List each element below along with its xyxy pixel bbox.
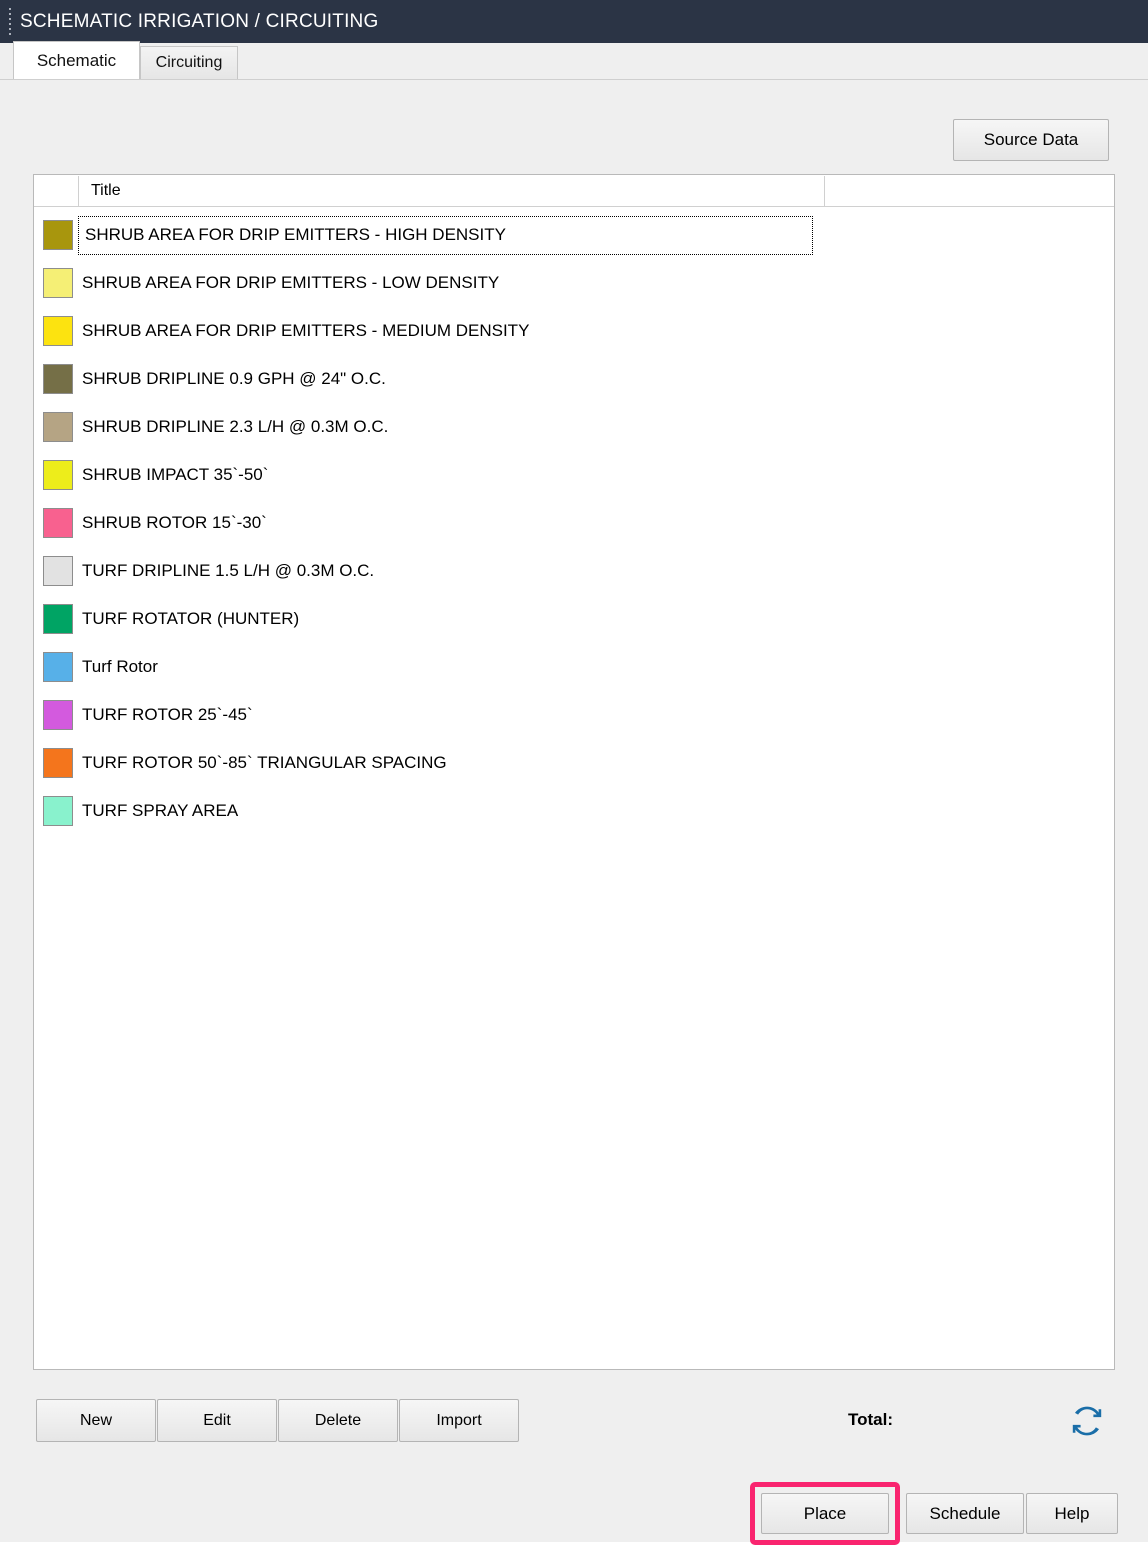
color-swatch [43, 556, 73, 586]
list-item-label: SHRUB IMPACT 35`-50` [82, 465, 269, 484]
place-button-highlight: Place [750, 1482, 900, 1545]
list-item[interactable]: SHRUB AREA FOR DRIP EMITTERS - HIGH DENS… [34, 211, 1114, 259]
list-header: Title [34, 175, 1114, 207]
delete-button[interactable]: Delete [278, 1399, 398, 1442]
total-text: Total: [848, 1410, 894, 1429]
list-item[interactable]: TURF ROTATOR (HUNTER) [34, 595, 1114, 643]
refresh-icon[interactable] [1064, 1399, 1110, 1442]
window-titlebar: SCHEMATIC IRRIGATION / CIRCUITING [0, 0, 1148, 43]
list-item[interactable]: TURF DRIPLINE 1.5 L/H @ 0.3M O.C. [34, 547, 1114, 595]
list-item[interactable]: Turf Rotor [34, 643, 1114, 691]
list-item-label: TURF ROTATOR (HUNTER) [82, 609, 300, 628]
tab-circuiting[interactable]: Circuiting [140, 46, 238, 79]
color-swatch [43, 460, 73, 490]
list-item[interactable]: TURF ROTOR 25`-45` [34, 691, 1114, 739]
irrigation-equipment-list[interactable]: Title SHRUB AREA FOR DRIP EMITTERS - HIG… [33, 174, 1115, 1370]
schematic-panel: Source Data Title SHRUB AREA FOR DRIP EM… [0, 80, 1148, 1545]
list-item-label: SHRUB AREA FOR DRIP EMITTERS - HIGH DENS… [78, 215, 813, 255]
list-item[interactable]: SHRUB AREA FOR DRIP EMITTERS - MEDIUM DE… [34, 307, 1114, 355]
list-item[interactable]: SHRUB DRIPLINE 0.9 GPH @ 24" O.C. [34, 355, 1114, 403]
list-item-label: TURF SPRAY AREA [82, 801, 239, 820]
tab-schematic[interactable]: Schematic [13, 41, 140, 79]
list-item-label: SHRUB ROTOR 15`-30` [82, 513, 267, 532]
column-header-color[interactable] [34, 175, 79, 207]
source-data-button[interactable]: Source Data [953, 119, 1109, 161]
color-swatch [43, 700, 73, 730]
list-item[interactable]: TURF ROTOR 50`-85` TRIANGULAR SPACING [34, 739, 1114, 787]
color-swatch [43, 220, 73, 250]
column-header-title[interactable]: Title [79, 175, 825, 207]
color-swatch [43, 268, 73, 298]
list-item[interactable]: SHRUB IMPACT 35`-50` [34, 451, 1114, 499]
list-item-label: SHRUB DRIPLINE 0.9 GPH @ 24" O.C. [82, 369, 386, 388]
tab-circuiting-label: Circuiting [155, 54, 223, 71]
color-swatch [43, 316, 73, 346]
column-header-filler [825, 175, 1114, 207]
list-item[interactable]: SHRUB ROTOR 15`-30` [34, 499, 1114, 547]
color-swatch [43, 604, 73, 634]
color-swatch [43, 748, 73, 778]
color-swatch [43, 412, 73, 442]
edit-button[interactable]: Edit [157, 1399, 277, 1442]
list-item[interactable]: SHRUB AREA FOR DRIP EMITTERS - LOW DENSI… [34, 259, 1114, 307]
list-rows: SHRUB AREA FOR DRIP EMITTERS - HIGH DENS… [34, 207, 1114, 835]
place-button[interactable]: Place [761, 1493, 889, 1534]
list-item-label: SHRUB AREA FOR DRIP EMITTERS - MEDIUM DE… [82, 321, 530, 340]
list-item-label: TURF ROTOR 50`-85` TRIANGULAR SPACING [82, 753, 447, 772]
color-swatch [43, 796, 73, 826]
color-swatch [43, 652, 73, 682]
list-item-label: SHRUB DRIPLINE 2.3 L/H @ 0.3M O.C. [82, 417, 389, 436]
import-button[interactable]: Import [399, 1399, 519, 1442]
list-item-label: TURF DRIPLINE 1.5 L/H @ 0.3M O.C. [82, 561, 375, 580]
schedule-button[interactable]: Schedule [906, 1493, 1024, 1534]
window-title: SCHEMATIC IRRIGATION / CIRCUITING [20, 10, 379, 32]
tab-bar: Schematic Circuiting [0, 41, 1148, 80]
list-item[interactable]: TURF SPRAY AREA [34, 787, 1114, 835]
list-item-label: TURF ROTOR 25`-45` [82, 705, 253, 724]
new-button[interactable]: New [36, 1399, 156, 1442]
color-swatch [43, 508, 73, 538]
color-swatch [43, 364, 73, 394]
tab-schematic-label: Schematic [36, 50, 117, 70]
list-actions: New Edit Delete Import [36, 1399, 520, 1442]
list-item-label: SHRUB AREA FOR DRIP EMITTERS - LOW DENSI… [82, 273, 500, 292]
source-data-row: Source Data [953, 119, 1109, 161]
drag-grip-icon[interactable] [0, 0, 20, 43]
total-label: Total: [848, 1410, 893, 1430]
list-item-label: Turf Rotor [82, 657, 158, 676]
list-item[interactable]: SHRUB DRIPLINE 2.3 L/H @ 0.3M O.C. [34, 403, 1114, 451]
dialog-actions: Place Schedule Help [750, 1482, 1118, 1545]
help-button[interactable]: Help [1026, 1493, 1118, 1534]
